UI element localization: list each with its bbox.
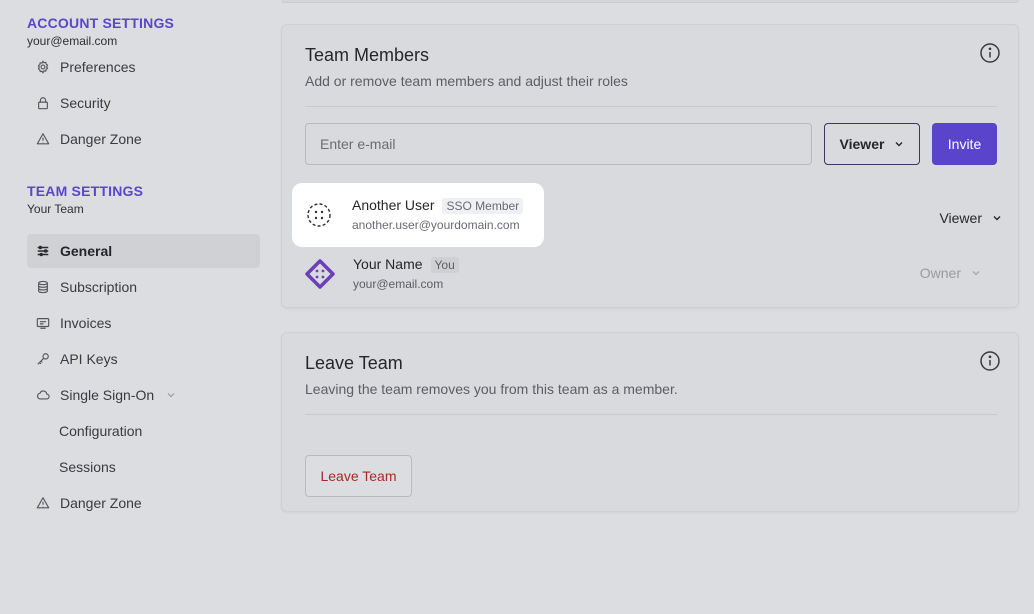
info-icon[interactable] bbox=[979, 350, 1001, 372]
sidebar-item-label: Configuration bbox=[59, 423, 143, 439]
member-name: Another User SSO Member bbox=[352, 197, 524, 214]
invoice-icon bbox=[36, 316, 50, 330]
gear-icon bbox=[36, 60, 50, 74]
team-members-title: Team Members bbox=[305, 45, 430, 65]
cloud-icon bbox=[36, 388, 50, 402]
sidebar-item-label: Subscription bbox=[60, 279, 138, 295]
invite-email-input[interactable] bbox=[305, 123, 812, 165]
chevron-down-icon bbox=[971, 265, 981, 281]
member-role-value: Viewer bbox=[939, 210, 982, 226]
team-name: Your Team bbox=[27, 202, 84, 216]
chevron-down-icon bbox=[166, 390, 176, 400]
member-role-select: Owner bbox=[920, 265, 981, 281]
sidebar-item-subscription[interactable]: Subscription bbox=[27, 270, 260, 304]
warning-icon bbox=[36, 496, 50, 510]
card-divider bbox=[305, 414, 997, 415]
sidebar-item-label: General bbox=[60, 243, 113, 259]
key-icon bbox=[36, 352, 50, 366]
leave-team-description: Leaving the team removes you from this t… bbox=[305, 381, 678, 397]
sidebar-item-label: Invoices bbox=[60, 315, 112, 331]
avatar bbox=[305, 259, 335, 289]
member-email: your@email.com bbox=[353, 277, 444, 291]
sidebar-item-general[interactable]: General bbox=[27, 234, 260, 268]
member-badge: SSO Member bbox=[442, 198, 524, 214]
member-role-value: Owner bbox=[919, 265, 961, 281]
team-members-card: Team Members Add or remove team members … bbox=[281, 24, 1019, 308]
table-row: Your Name You your@email.com Owner bbox=[305, 249, 997, 299]
sidebar-item-label: Security bbox=[60, 95, 111, 111]
member-name-text: Your Name bbox=[353, 256, 423, 272]
member-badge: You bbox=[430, 257, 459, 273]
sidebar-item-sessions[interactable]: Sessions bbox=[27, 450, 260, 484]
leave-team-title: Leave Team bbox=[305, 353, 403, 373]
highlighted-member: Another User SSO Member another.user@your… bbox=[292, 183, 544, 247]
sidebar-item-account-danger-zone[interactable]: Danger Zone bbox=[27, 122, 260, 156]
invite-button[interactable]: Invite bbox=[932, 123, 997, 165]
settings-sidebar: ACCOUNT SETTINGS your@email.com Preferen… bbox=[0, 0, 270, 614]
lock-icon bbox=[36, 96, 50, 110]
sidebar-item-label: Single Sign-On bbox=[60, 387, 155, 403]
sidebar-item-security[interactable]: Security bbox=[27, 86, 260, 120]
sidebar-item-label: Sessions bbox=[59, 459, 116, 475]
account-settings-heading: ACCOUNT SETTINGS bbox=[27, 15, 175, 31]
previous-card-edge bbox=[281, 0, 1019, 3]
account-email: your@email.com bbox=[27, 34, 118, 48]
sidebar-item-single-sign-on[interactable]: Single Sign-On bbox=[27, 378, 260, 412]
chevron-down-icon bbox=[894, 136, 904, 152]
member-name-text: Another User bbox=[352, 197, 435, 213]
sidebar-item-label: Danger Zone bbox=[60, 495, 142, 511]
avatar bbox=[304, 200, 334, 230]
leave-team-card: Leave Team Leaving the team removes you … bbox=[281, 332, 1019, 512]
warning-icon bbox=[36, 132, 50, 146]
sidebar-item-label: Preferences bbox=[60, 59, 136, 75]
sliders-icon bbox=[36, 244, 50, 258]
member-name: Your Name You bbox=[353, 256, 459, 273]
sidebar-item-preferences[interactable]: Preferences bbox=[27, 50, 260, 84]
sidebar-item-configuration[interactable]: Configuration bbox=[27, 414, 260, 448]
sidebar-item-team-danger-zone[interactable]: Danger Zone bbox=[27, 486, 260, 520]
leave-team-button[interactable]: Leave Team bbox=[305, 455, 412, 497]
info-icon[interactable] bbox=[979, 42, 1001, 64]
card-divider bbox=[305, 106, 997, 107]
sidebar-item-invoices[interactable]: Invoices bbox=[27, 306, 260, 340]
database-icon bbox=[36, 280, 50, 294]
sidebar-item-label: Danger Zone bbox=[60, 131, 142, 147]
team-members-description: Add or remove team members and adjust th… bbox=[305, 73, 628, 89]
table-row: Another User SSO Member another.user@your… bbox=[304, 190, 544, 240]
team-settings-heading: TEAM SETTINGS bbox=[27, 183, 144, 199]
chevron-down-icon bbox=[992, 210, 1002, 226]
sidebar-item-api-keys[interactable]: API Keys bbox=[27, 342, 260, 376]
invite-role-select[interactable]: Viewer bbox=[824, 123, 920, 165]
sidebar-item-label: API Keys bbox=[60, 351, 118, 367]
role-select-value: Viewer bbox=[839, 136, 885, 152]
member-email: another.user@yourdomain.com bbox=[352, 218, 520, 232]
member-role-select[interactable]: Viewer bbox=[939, 210, 1002, 226]
